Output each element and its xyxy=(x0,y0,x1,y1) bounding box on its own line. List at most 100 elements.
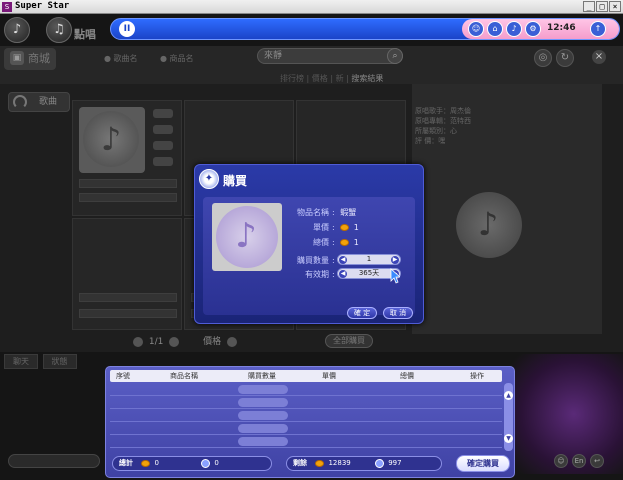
radio-item-name[interactable]: ● 商品名 xyxy=(160,53,194,64)
chat-input[interactable] xyxy=(8,454,100,468)
maximize-button[interactable]: □ xyxy=(596,1,608,12)
table-row[interactable] xyxy=(110,422,502,435)
upload-icon[interactable]: ↑ xyxy=(590,21,606,37)
remaining-label: 剩餘 xyxy=(293,459,307,467)
tab-status[interactable]: 狀態 xyxy=(42,354,77,369)
scroll-down-icon[interactable]: ▼ xyxy=(504,434,513,443)
user-icon[interactable]: ☺ xyxy=(468,21,484,37)
gift-icon: ✦ xyxy=(199,169,219,189)
settings-icon[interactable]: ⚙ xyxy=(525,21,541,37)
unit-price-row: 單價: 1 xyxy=(281,222,359,233)
tab-chat[interactable]: 聊天 xyxy=(4,354,38,369)
store-tab[interactable]: ▣ 商城 xyxy=(4,48,56,70)
search-icon[interactable]: ⌕ xyxy=(387,48,403,64)
total-summary: 總計 0 0 xyxy=(112,456,272,471)
column-index: 序號 xyxy=(116,372,130,380)
item-cover: ♪ xyxy=(212,203,282,271)
ok-button[interactable]: 確 定 xyxy=(347,307,377,319)
top-nav: ♪ ♫ 點唱 II ☺ ⌂ ♪ ⚙ 12:46 ↑ xyxy=(0,14,623,46)
item-name-label: 物品名稱 xyxy=(297,208,329,217)
disc-icon: ♪ xyxy=(456,192,522,258)
decrement-icon[interactable]: ◀ xyxy=(339,256,347,264)
music-note-icon: ♪ xyxy=(477,205,499,243)
shuffle-icon[interactable]: ↻ xyxy=(556,49,574,67)
back-icon[interactable]: ↩ xyxy=(590,454,604,468)
total-coins: 0 xyxy=(154,459,159,467)
total-price-row: 總價: 1 xyxy=(281,237,359,248)
table-row[interactable] xyxy=(110,396,502,409)
table-row[interactable] xyxy=(110,383,502,396)
dialog-header: ✦ 購買 xyxy=(195,165,423,195)
search-input[interactable]: 來靜 xyxy=(257,48,403,64)
confirm-purchase-button[interactable]: 確定購買 xyxy=(456,455,510,472)
table-row[interactable] xyxy=(110,409,502,422)
dialog-footer: 確 定 取 消 xyxy=(203,307,415,321)
refresh-icon[interactable]: ◎ xyxy=(534,49,552,67)
music-icon[interactable]: ♫ xyxy=(46,17,72,43)
remaining-summary: 剩餘 12839 997 xyxy=(286,456,442,471)
quantity-pill xyxy=(238,385,288,394)
headphones-icon xyxy=(13,95,27,109)
buy-all-button[interactable]: 全部購買 xyxy=(325,334,373,348)
minimize-button[interactable]: _ xyxy=(583,1,595,12)
table-row[interactable] xyxy=(110,435,502,448)
purchase-dialog: ✦ 購買 ♪ 物品名稱: 蝦蟹 單價: 1 總價: 1 購買數量: ◀ 1 ▶ … xyxy=(194,164,424,324)
prev-page-button[interactable] xyxy=(133,336,143,347)
song-info: 原唱歌手：周杰倫 原唱專輯：范特西 所屬類別：心 評 價：嘿 xyxy=(415,106,595,146)
product-thumbnail: ♪ xyxy=(79,107,145,173)
gem-icon xyxy=(374,458,384,468)
unit-price-value: 1 xyxy=(353,223,359,232)
product-card[interactable]: ♪ xyxy=(72,100,182,216)
disc-icon: ♪ xyxy=(216,206,278,268)
card-action[interactable] xyxy=(153,109,173,118)
quantity-pill xyxy=(238,437,288,446)
unit-price-label: 單價 xyxy=(313,223,329,232)
total-price-value: 1 xyxy=(353,238,359,247)
emoji-icon[interactable]: ☺ xyxy=(554,454,568,468)
music-tab-label[interactable]: 點唱 xyxy=(74,26,96,42)
dialog-title: 購買 xyxy=(223,174,248,188)
sort-tab-price[interactable]: 價格 xyxy=(312,74,328,83)
language-icon[interactable]: En xyxy=(572,454,586,468)
close-icon[interactable]: × xyxy=(592,50,606,64)
sort-tab-rank[interactable]: 排行榜 xyxy=(280,74,304,83)
scroll-up-icon[interactable]: ▲ xyxy=(504,391,513,400)
product-card[interactable] xyxy=(72,218,182,330)
shop-icon[interactable]: ⌂ xyxy=(487,21,503,37)
sidebar-item-songs[interactable]: 歌曲 xyxy=(8,92,70,112)
cursor-icon xyxy=(390,268,400,284)
close-button[interactable]: × xyxy=(609,1,621,12)
coin-icon xyxy=(340,224,350,231)
decrement-icon[interactable]: ◀ xyxy=(339,270,347,278)
quantity-stepper[interactable]: ◀ 1 ▶ xyxy=(337,254,401,265)
card-action[interactable] xyxy=(153,157,173,166)
cancel-button[interactable]: 取 消 xyxy=(383,307,413,319)
headset-icon[interactable]: ♪ xyxy=(506,21,522,37)
disc-icon: ♪ xyxy=(83,111,139,167)
quantity-pill xyxy=(238,411,288,420)
window-title: Super Star xyxy=(15,1,70,11)
cart-icon: ▣ xyxy=(10,51,24,65)
window-titlebar: S Super Star _ □ × xyxy=(0,0,623,14)
card-action[interactable] xyxy=(153,125,173,134)
cart-scrollbar[interactable]: ▲ ▼ xyxy=(504,383,513,451)
cart-footer: 總計 0 0 剩餘 12839 997 確定購買 xyxy=(110,455,510,473)
card-field xyxy=(79,293,177,302)
music-note-icon: ♪ xyxy=(235,216,257,256)
increment-icon[interactable]: ▶ xyxy=(391,256,399,264)
card-field xyxy=(79,309,177,318)
column-quantity: 購買數量 xyxy=(248,372,276,380)
quantity-pill xyxy=(238,424,288,433)
sort-tab-results[interactable]: 搜索結果 xyxy=(351,74,383,83)
column-actions: 操作 xyxy=(470,372,484,380)
price-toggle[interactable] xyxy=(227,336,237,347)
next-page-button[interactable] xyxy=(169,336,180,347)
radio-song-name[interactable]: ● 歌曲名 xyxy=(104,53,138,64)
coin-icon xyxy=(315,459,325,467)
store-tab-label: 商城 xyxy=(28,52,50,65)
play-icon[interactable]: II xyxy=(119,21,135,37)
home-icon[interactable]: ♪ xyxy=(4,17,30,43)
column-total: 總價 xyxy=(400,372,414,380)
card-action[interactable] xyxy=(153,141,173,150)
sort-tab-new[interactable]: 新 xyxy=(336,74,344,83)
